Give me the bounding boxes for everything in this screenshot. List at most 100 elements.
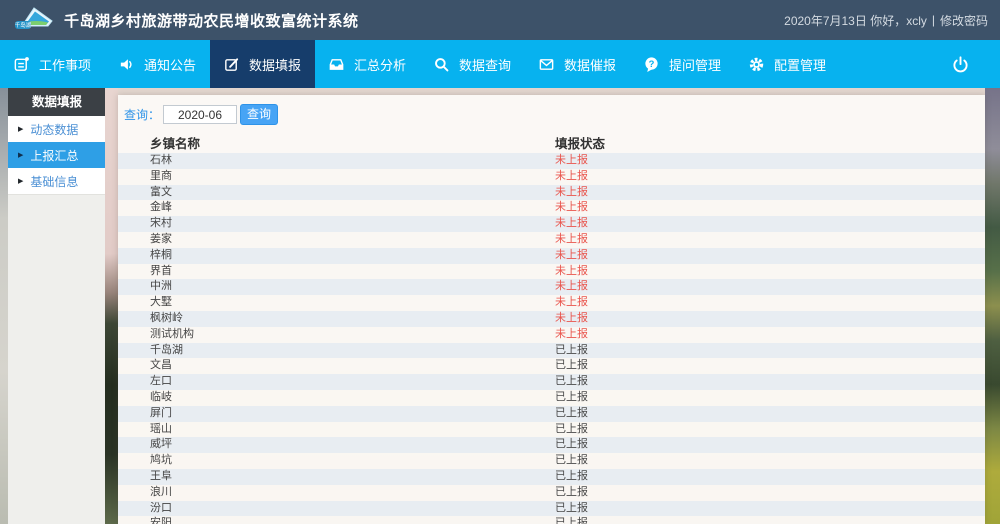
column-header-town: 乡镇名称 — [118, 133, 555, 152]
topbar-user-area: 2020年7月13日 你好，xcly | 修改密码 — [784, 12, 988, 29]
sidebar: 数据填报 ▶ 动态数据 ▶ 上报汇总 ▶ 基础信息 — [8, 88, 105, 524]
report-status: 已上报 — [555, 406, 985, 422]
report-status: 已上报 — [555, 485, 985, 501]
logout-button[interactable] — [951, 40, 970, 88]
table-row: 临岐 已上报 — [118, 390, 985, 406]
sidebar-header: 数据填报 — [8, 88, 105, 116]
column-header-status: 填报状态 — [555, 133, 985, 152]
page-body: 数据填报 ▶ 动态数据 ▶ 上报汇总 ▶ 基础信息 查询： 查询 乡镇名称 填 — [0, 88, 1000, 524]
town-name: 浪川 — [118, 485, 555, 501]
town-name: 金峰 — [118, 200, 555, 216]
town-name: 临岐 — [118, 390, 555, 406]
nav-label: 汇总分析 — [354, 55, 406, 74]
sidebar-item-label: 基础信息 — [30, 173, 78, 190]
table-row: 威坪 已上报 — [118, 437, 985, 453]
table-body: 石林 未上报 里商 未上报 富文 未上报 金峰 未上报 宋村 未上报 姜家 未上… — [118, 153, 985, 524]
report-status: 未上报 — [555, 248, 985, 264]
main-navbar: 工作事项 通知公告 数据填报 汇总分析 数据查询 数据催报 — [0, 40, 1000, 88]
table-row: 富文 未上报 — [118, 185, 985, 201]
table-header: 乡镇名称 填报状态 — [118, 131, 985, 153]
nav-label: 提问管理 — [669, 55, 721, 74]
town-name: 千岛湖 — [118, 343, 555, 359]
table-row: 梓桐 未上报 — [118, 248, 985, 264]
sidebar-item-dynamic-data[interactable]: ▶ 动态数据 — [8, 116, 105, 142]
town-name: 左口 — [118, 374, 555, 390]
nav-label: 数据催报 — [564, 55, 616, 74]
separator: | — [932, 13, 935, 27]
nav-label: 数据填报 — [249, 55, 301, 74]
report-status: 未上报 — [555, 264, 985, 280]
town-name: 安阳 — [118, 516, 555, 524]
nav-item-data-entry[interactable]: 数据填报 — [210, 40, 315, 88]
report-status: 未上报 — [555, 185, 985, 201]
report-status: 未上报 — [555, 295, 985, 311]
table-row: 界首 未上报 — [118, 264, 985, 280]
mail-icon — [538, 56, 555, 73]
table-row: 汾口 已上报 — [118, 501, 985, 517]
town-name: 威坪 — [118, 437, 555, 453]
table-row: 石林 未上报 — [118, 153, 985, 169]
town-name: 王阜 — [118, 469, 555, 485]
nav-item-data-reminder[interactable]: 数据催报 — [525, 40, 630, 88]
table-row: 安阳 已上报 — [118, 516, 985, 524]
search-icon — [433, 56, 450, 73]
nav-label: 数据查询 — [459, 55, 511, 74]
report-status: 已上报 — [555, 343, 985, 359]
table-row: 文昌 已上报 — [118, 358, 985, 374]
sidebar-item-report-summary[interactable]: ▶ 上报汇总 — [8, 142, 105, 168]
town-name: 宋村 — [118, 216, 555, 232]
report-status: 已上报 — [555, 501, 985, 517]
town-name: 鸠坑 — [118, 453, 555, 469]
report-status: 已上报 — [555, 422, 985, 438]
report-status: 已上报 — [555, 374, 985, 390]
report-status: 已上报 — [555, 469, 985, 485]
town-name: 瑶山 — [118, 422, 555, 438]
nav-item-summary-analysis[interactable]: 汇总分析 — [315, 40, 420, 88]
town-name: 中洲 — [118, 279, 555, 295]
table-row: 左口 已上报 — [118, 374, 985, 390]
background-photo-right-edge — [985, 88, 1000, 524]
sidebar-footer — [8, 194, 105, 524]
town-name: 枫树岭 — [118, 311, 555, 327]
table-row: 大墅 未上报 — [118, 295, 985, 311]
nav-label: 工作事项 — [39, 55, 91, 74]
app-logo-icon: 千岛湖 — [12, 5, 56, 35]
table-row: 瑶山 已上报 — [118, 422, 985, 438]
table-row: 王阜 已上报 — [118, 469, 985, 485]
date-greeting: 2020年7月13日 你好，xcly — [784, 12, 927, 29]
change-password-link[interactable]: 修改密码 — [940, 12, 988, 29]
report-status: 已上报 — [555, 516, 985, 524]
query-button[interactable]: 查询 — [240, 104, 278, 125]
town-name: 姜家 — [118, 232, 555, 248]
report-status: 未上报 — [555, 216, 985, 232]
nav-item-announcements[interactable]: 通知公告 — [105, 40, 210, 88]
archive-icon — [328, 56, 345, 73]
nav-item-data-query[interactable]: 数据查询 — [420, 40, 525, 88]
town-name: 界首 — [118, 264, 555, 280]
town-name: 里商 — [118, 169, 555, 185]
town-name: 梓桐 — [118, 248, 555, 264]
query-month-input[interactable] — [163, 105, 237, 124]
sidebar-item-label: 上报汇总 — [30, 147, 78, 164]
table-row: 鸠坑 已上报 — [118, 453, 985, 469]
town-name: 大墅 — [118, 295, 555, 311]
triangle-right-icon: ▶ — [18, 151, 23, 159]
nav-item-question-management[interactable]: ? 提问管理 — [630, 40, 735, 88]
table-row: 测试机构 未上报 — [118, 327, 985, 343]
table-row: 金峰 未上报 — [118, 200, 985, 216]
nav-item-work-items[interactable]: 工作事项 — [0, 40, 105, 88]
gear-icon — [748, 56, 765, 73]
report-status: 未上报 — [555, 279, 985, 295]
town-name: 屏门 — [118, 406, 555, 422]
table-row: 浪川 已上报 — [118, 485, 985, 501]
question-icon: ? — [643, 56, 660, 73]
table-row: 里商 未上报 — [118, 169, 985, 185]
table-row: 姜家 未上报 — [118, 232, 985, 248]
sidebar-item-basic-info[interactable]: ▶ 基础信息 — [8, 168, 105, 194]
report-status: 已上报 — [555, 437, 985, 453]
table-row: 宋村 未上报 — [118, 216, 985, 232]
speaker-icon — [118, 56, 135, 73]
nav-item-config-management[interactable]: 配置管理 — [735, 40, 840, 88]
page-title: 千岛湖乡村旅游带动农民增收致富统计系统 — [64, 10, 359, 31]
town-name: 文昌 — [118, 358, 555, 374]
